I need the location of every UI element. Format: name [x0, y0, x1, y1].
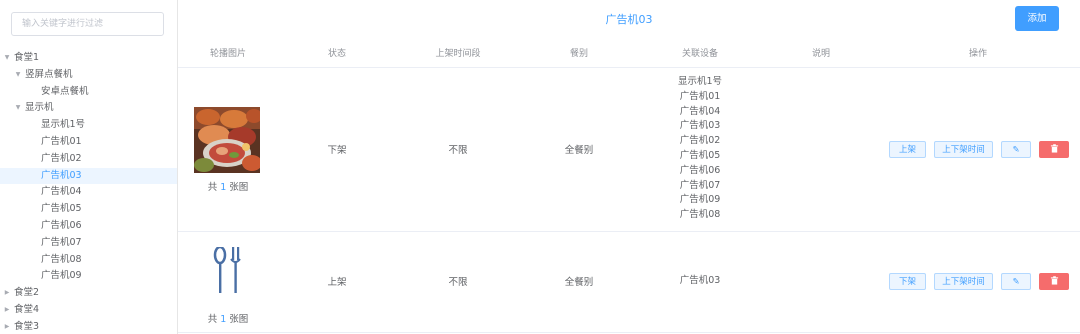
- delete-button[interactable]: [1039, 273, 1069, 290]
- image-count: 共 1 张图: [208, 311, 249, 325]
- tree-node[interactable]: 广告机06: [0, 218, 177, 235]
- device-item: 广告机05: [679, 149, 721, 161]
- tree-node-label: 广告机03: [41, 169, 82, 181]
- device-list: 显示机1号广告机01 广告机04 广告机03 广告机02 广告机05 广告机06 广告机07…: [640, 75, 760, 223]
- edit-icon: ✎: [1012, 277, 1020, 287]
- device-item: 广告机04: [679, 105, 721, 117]
- tree-node[interactable]: ▶ 食堂3: [0, 319, 177, 334]
- device-list: 广告机03: [640, 274, 760, 289]
- tree-node-label: 食堂3: [14, 320, 40, 332]
- column-header-status: 状态: [327, 49, 347, 59]
- tree-node-label: 广告机07: [41, 236, 82, 248]
- tree-node-label: 广告机06: [41, 219, 82, 231]
- meal-cell: 全餐别: [564, 145, 594, 156]
- column-header-meal: 餐别: [569, 49, 589, 59]
- column-header-devices: 关联设备: [681, 49, 719, 59]
- app: ▼食堂1▼竖屏点餐机安卓点餐机▼显示机显示机1号广告机01广告机02广告机03广…: [0, 0, 1080, 334]
- tree-node-label: 广告机09: [41, 270, 82, 282]
- edit-button[interactable]: ✎: [1001, 273, 1031, 290]
- row-divider: [178, 231, 1080, 232]
- tree-node[interactable]: 广告机09: [0, 268, 177, 285]
- tree-node-label: 广告机01: [41, 135, 82, 147]
- device-item: 广告机02: [679, 135, 721, 147]
- device-item: 广告机08: [679, 209, 721, 221]
- device-item: 广告机01: [679, 90, 721, 102]
- schedule-button[interactable]: 上下架时间: [934, 141, 993, 158]
- tree-node[interactable]: ▶ 食堂4: [0, 302, 177, 319]
- tree-node[interactable]: 广告机02: [0, 151, 177, 168]
- search-box[interactable]: [11, 12, 164, 36]
- column-header-note: 说明: [811, 49, 831, 59]
- page-title: 广告机03: [605, 13, 653, 26]
- count-prefix: 共: [207, 314, 221, 325]
- count-prefix: 共: [207, 182, 221, 193]
- image-count: 共 1 张图: [208, 179, 249, 193]
- device-item: 广告机06: [679, 164, 721, 176]
- trash-icon: [1050, 144, 1058, 153]
- shelve-toggle-button[interactable]: 上架: [889, 141, 926, 158]
- tree-node[interactable]: ▼ 食堂1: [0, 50, 177, 67]
- column-header-time: 上架时间段: [435, 49, 481, 59]
- tree-node-label: 广告机05: [41, 203, 82, 215]
- device-item: 广告机09: [679, 194, 721, 206]
- row-divider: [178, 332, 1080, 333]
- tree-node[interactable]: 显示机1号: [0, 117, 177, 134]
- food-photo: [194, 107, 260, 173]
- column-header-actions: 操作: [968, 49, 988, 59]
- time-range-cell: 不限: [448, 145, 468, 156]
- time-range-cell: 不限: [448, 277, 468, 288]
- shelve-toggle-button[interactable]: 下架: [889, 273, 926, 290]
- sidebar: ▼ 食堂1 ▼ 竖屏点餐机安卓点餐机 ▼ 显示机显示机1号广告机01 广告机02 广告机03 广…: [0, 0, 178, 334]
- tree-node[interactable]: ▼ 竖屏点餐机: [0, 67, 177, 84]
- tree-node[interactable]: 广告机08: [0, 252, 177, 269]
- tree-node[interactable]: ▼ 显示机: [0, 100, 177, 117]
- tree-node[interactable]: 广告机07: [0, 235, 177, 252]
- meal-cell: 全餐别: [564, 277, 594, 288]
- device-item: 广告机07: [679, 179, 721, 191]
- caret-down-icon[interactable]: ▼: [15, 100, 21, 117]
- delete-button[interactable]: [1039, 141, 1069, 158]
- spoon-fork-icon: [212, 245, 242, 295]
- tree-node-label: 食堂2: [14, 287, 40, 299]
- schedule-button[interactable]: 上下架时间: [934, 273, 993, 290]
- tree-node-label: 广告机04: [41, 186, 82, 198]
- column-header-image: 轮播图片: [209, 49, 247, 59]
- tree-node-label: 显示机1号: [41, 119, 86, 131]
- device-item: 显示机1号: [677, 76, 723, 87]
- device-item: 广告机03: [679, 120, 721, 132]
- tree-node[interactable]: 广告机03: [0, 167, 177, 185]
- caret-right-icon[interactable]: ▶: [4, 285, 10, 302]
- edit-button[interactable]: ✎: [1001, 141, 1031, 158]
- tree-node-label: 广告机08: [41, 253, 82, 265]
- status-cell: 上架: [327, 277, 347, 288]
- search-input[interactable]: [12, 13, 163, 35]
- caret-down-icon[interactable]: ▼: [4, 50, 10, 67]
- count-suffix: 张图: [226, 314, 249, 325]
- device-tree: ▼ 食堂1 ▼ 竖屏点餐机安卓点餐机 ▼ 显示机显示机1号广告机01 广告机02 广告机03 广…: [0, 50, 177, 334]
- tree-node[interactable]: 广告机04: [0, 184, 177, 201]
- tree-node[interactable]: 安卓点餐机: [0, 84, 177, 101]
- caret-right-icon[interactable]: ▶: [4, 319, 10, 334]
- device-item: 广告机03: [679, 275, 721, 286]
- header-divider: [178, 67, 1080, 68]
- tree-node-label: 食堂1: [14, 52, 40, 63]
- tree-node-label: 安卓点餐机: [41, 85, 89, 97]
- count-suffix: 张图: [226, 182, 249, 193]
- status-cell: 下架: [327, 145, 347, 156]
- tree-node[interactable]: 广告机01: [0, 134, 177, 151]
- caret-right-icon[interactable]: ▶: [4, 302, 10, 319]
- tree-node-label: 广告机02: [41, 152, 82, 164]
- tree-node-label: 食堂4: [14, 303, 40, 315]
- tree-node-label: 显示机: [25, 102, 54, 114]
- main-panel: 广告机03 添加 轮播图片 状态 上架时间段 餐别 关联设备 说明 操作 共 1…: [178, 0, 1080, 334]
- add-button[interactable]: 添加: [1015, 6, 1059, 31]
- tree-node[interactable]: ▶ 食堂2: [0, 285, 177, 302]
- caret-down-icon[interactable]: ▼: [15, 67, 21, 84]
- edit-icon: ✎: [1012, 145, 1020, 155]
- trash-icon: [1050, 276, 1058, 285]
- tree-node-label: 竖屏点餐机: [25, 68, 73, 80]
- tree-node[interactable]: 广告机05: [0, 201, 177, 218]
